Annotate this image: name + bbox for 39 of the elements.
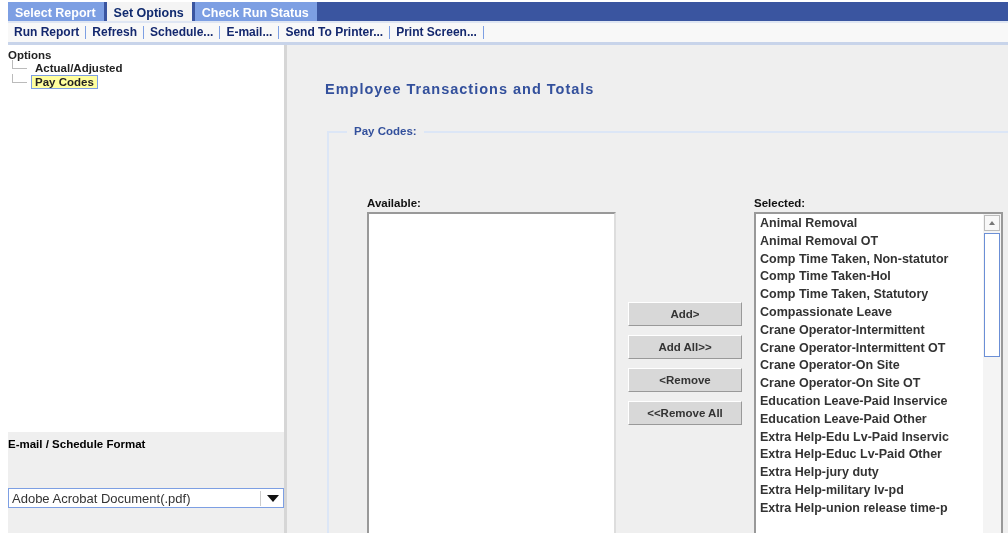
list-item[interactable]: Animal Removal OT xyxy=(756,232,983,251)
list-item[interactable]: Crane Operator-Intermittent xyxy=(756,321,983,340)
list-item[interactable]: Education Leave-Paid Other xyxy=(756,410,983,429)
tab[interactable]: Set Options xyxy=(106,2,192,21)
toolbar-link[interactable]: E-mail... xyxy=(220,26,280,39)
toolbar-link[interactable]: Schedule... xyxy=(144,26,221,39)
list-item[interactable]: Crane Operator-On Site OT xyxy=(756,375,983,393)
move-button[interactable]: Add> xyxy=(628,302,742,326)
list-item[interactable]: Education Leave-Paid Inservice xyxy=(756,392,983,411)
tree-root-label: Options xyxy=(8,49,53,61)
group-label: Pay Codes: xyxy=(347,125,424,137)
caret-icon xyxy=(267,494,279,502)
move-button[interactable]: <<Remove All xyxy=(628,401,742,425)
list-item[interactable]: Extra Help-jury duty xyxy=(756,464,983,482)
list-item[interactable]: Extra Help-Educ Lv-Paid Other xyxy=(756,446,983,465)
tree-item[interactable]: Pay Codes xyxy=(31,75,98,89)
move-button[interactable]: <Remove xyxy=(628,368,742,392)
list-label: Available: xyxy=(367,197,422,209)
toolbar-link[interactable]: Send To Printer... xyxy=(279,26,391,39)
toolbar-link[interactable]: Run Report xyxy=(8,26,87,39)
list-item[interactable]: Comp Time Taken, Statutory xyxy=(756,286,983,304)
list-item[interactable]: Comp Time Taken-Hol xyxy=(756,268,983,287)
scroll-up-icon[interactable] xyxy=(984,215,1000,231)
list-item[interactable]: Extra Help-military lv-pd xyxy=(756,481,983,500)
format-dropdown[interactable]: Adobe Acrobat Document(.pdf) xyxy=(8,488,284,508)
toolbar-link[interactable]: Refresh xyxy=(86,26,144,39)
scrollbar[interactable] xyxy=(983,214,1001,533)
list-item[interactable]: Extra Help-Edu Lv-Paid Inservic xyxy=(756,428,983,447)
toolbar-link[interactable]: Print Screen... xyxy=(390,26,484,39)
list-item[interactable]: Extra Help-union release time-p xyxy=(756,499,983,518)
move-button[interactable]: Add All>> xyxy=(628,335,742,359)
list-label: Selected: xyxy=(754,197,807,209)
format-label: E-mail / Schedule Format xyxy=(8,437,147,452)
tree-item[interactable]: Actual/Adjusted xyxy=(31,61,127,75)
list-item[interactable]: Crane Operator-On Site xyxy=(756,357,983,376)
list-item[interactable]: Comp Time Taken, Non-statutor xyxy=(756,250,983,269)
list-item[interactable]: Animal Removal xyxy=(756,215,983,233)
list-item[interactable]: Compassionate Leave xyxy=(756,304,983,322)
list-item[interactable]: Crane Operator-Intermittent OT xyxy=(756,339,983,358)
